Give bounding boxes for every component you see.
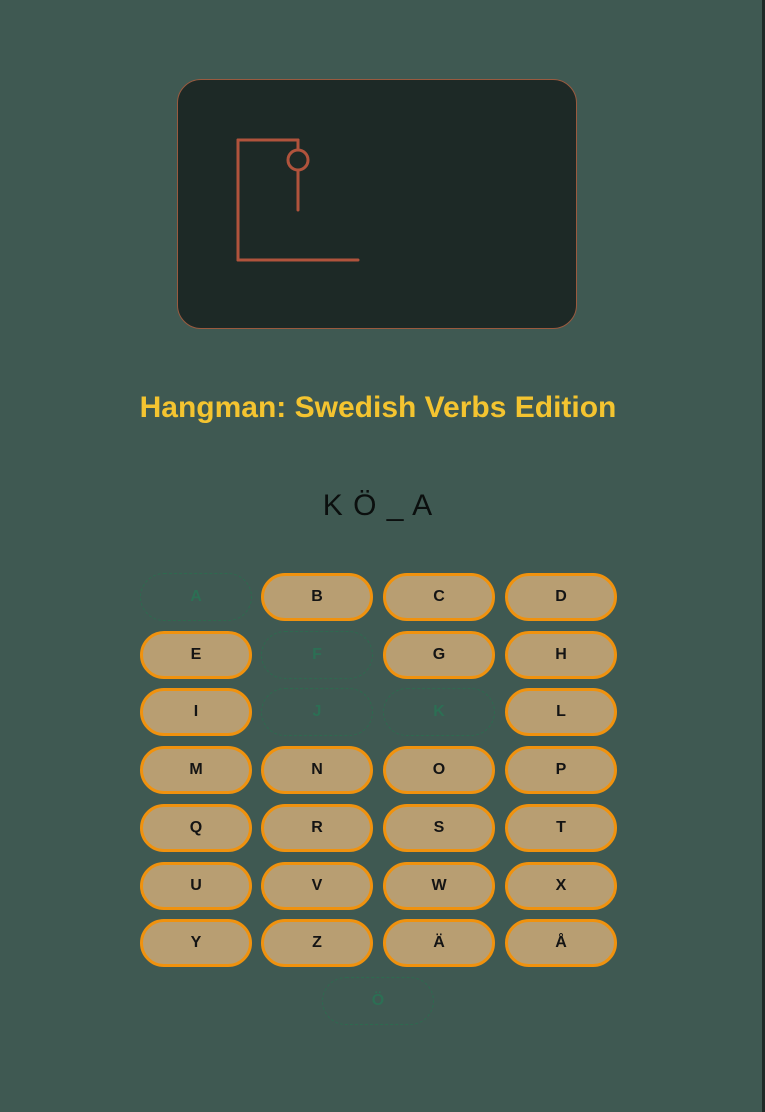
- letter-key-W[interactable]: W: [383, 862, 495, 910]
- letter-key-L[interactable]: L: [505, 688, 617, 736]
- letter-key-M[interactable]: M: [140, 746, 252, 794]
- letter-key-A: A: [140, 573, 252, 621]
- letter-key-H[interactable]: H: [505, 631, 617, 679]
- letter-key-C[interactable]: C: [383, 573, 495, 621]
- letter-key-J: J: [261, 688, 373, 736]
- letter-key-N[interactable]: N: [261, 746, 373, 794]
- letter-key-B[interactable]: B: [261, 573, 373, 621]
- letter-key-G[interactable]: G: [383, 631, 495, 679]
- letter-key-T[interactable]: T: [505, 804, 617, 852]
- letter-key-S[interactable]: S: [383, 804, 495, 852]
- letter-key-D[interactable]: D: [505, 573, 617, 621]
- letter-key-Y[interactable]: Y: [140, 919, 252, 967]
- letter-key-X[interactable]: X: [505, 862, 617, 910]
- letter-key-Ä[interactable]: Ä: [383, 919, 495, 967]
- letter-key-R[interactable]: R: [261, 804, 373, 852]
- letter-key-Ö: Ö: [322, 977, 434, 1025]
- letter-key-E[interactable]: E: [140, 631, 252, 679]
- letter-keyboard: ABCD EFGH IJKL MNOP QRST UVWX YZÄÅ Ö: [0, 0, 765, 1112]
- letter-key-Å[interactable]: Å: [505, 919, 617, 967]
- letter-key-Q[interactable]: Q: [140, 804, 252, 852]
- letter-key-I[interactable]: I: [140, 688, 252, 736]
- letter-key-U[interactable]: U: [140, 862, 252, 910]
- letter-key-F: F: [261, 631, 373, 679]
- letter-key-P[interactable]: P: [505, 746, 617, 794]
- letter-key-O[interactable]: O: [383, 746, 495, 794]
- letter-key-V[interactable]: V: [261, 862, 373, 910]
- letter-key-Z[interactable]: Z: [261, 919, 373, 967]
- letter-key-K: K: [383, 688, 495, 736]
